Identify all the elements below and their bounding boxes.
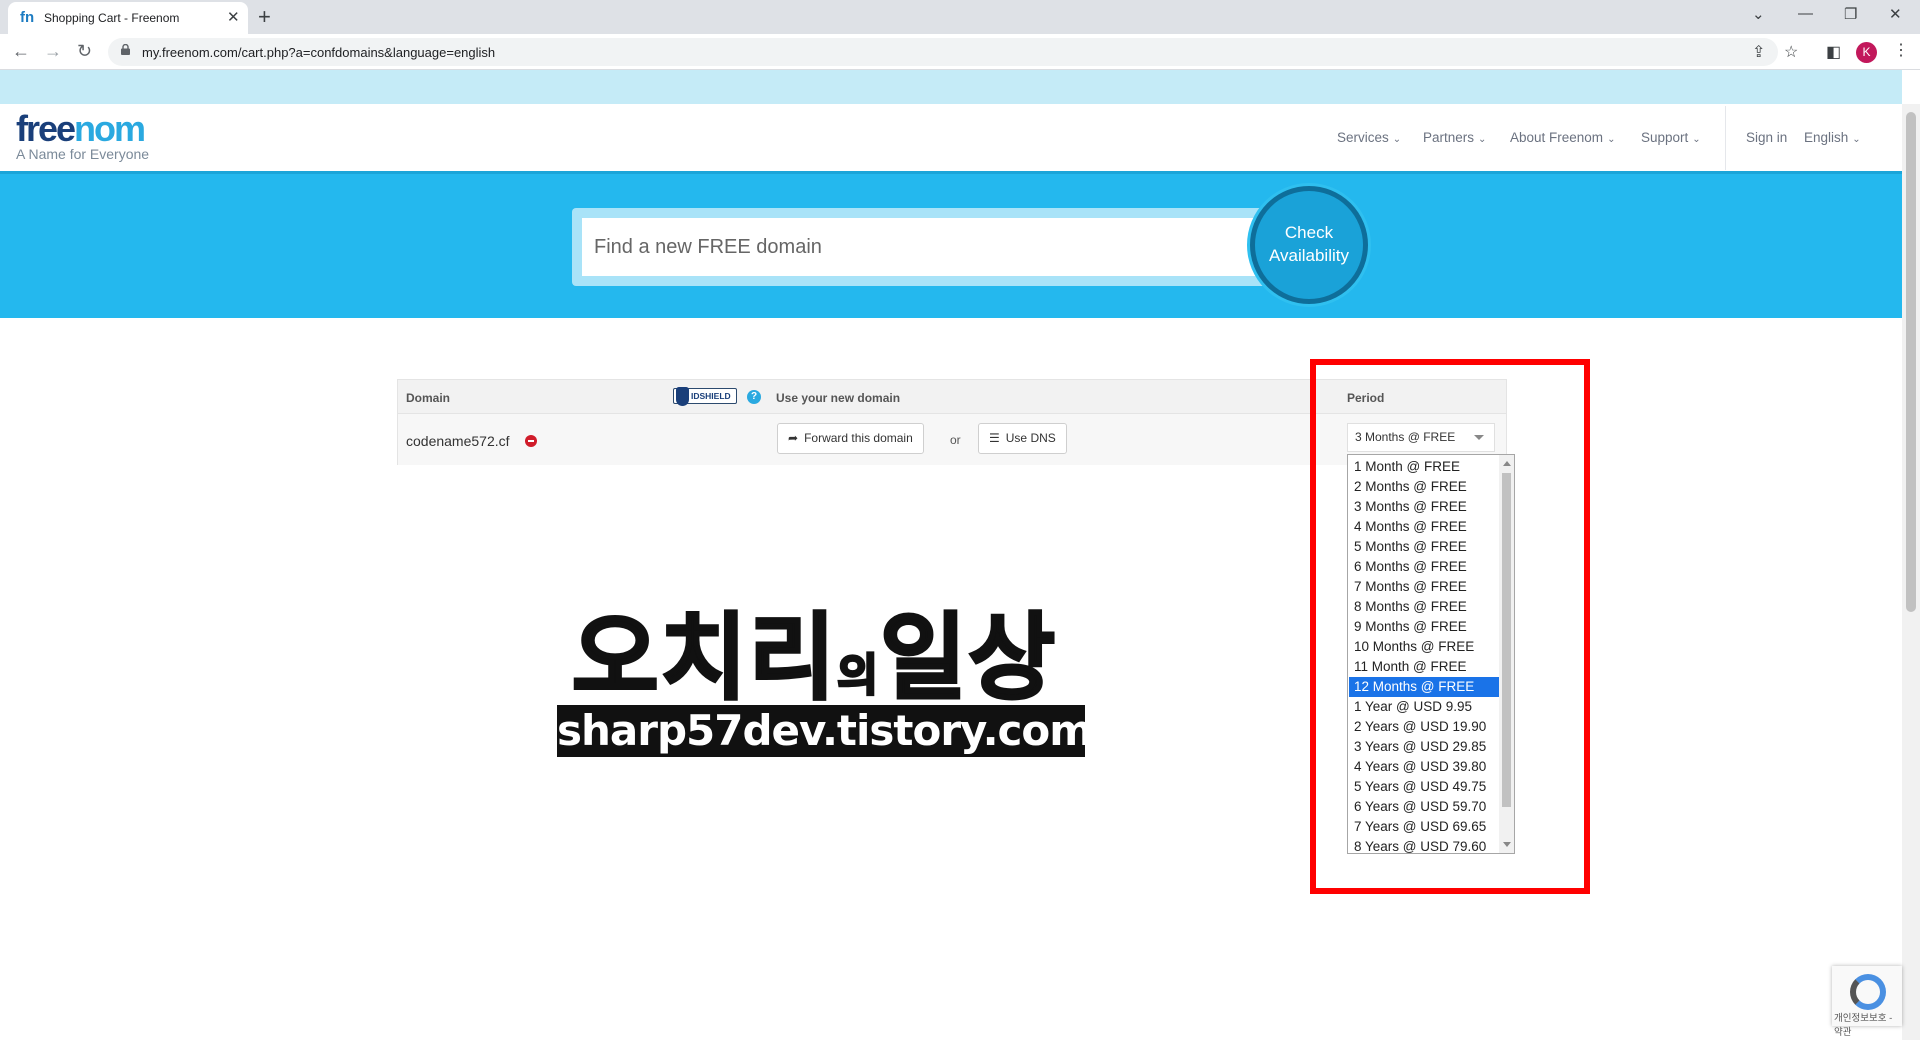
watermark-title-a: 오치리 xyxy=(570,603,838,715)
language-label: English xyxy=(1804,130,1849,145)
nav-services[interactable]: Services ⌄ xyxy=(1337,130,1401,145)
browser-tab[interactable]: fn Shopping Cart - Freenom ✕ xyxy=(8,2,248,34)
col-use-header: Use your new domain xyxy=(776,391,901,405)
recaptcha-badge[interactable]: 개인정보보호 - 약관 xyxy=(1832,966,1902,1038)
address-toolbar: ← → ↻ my.freenom.com/cart.php?a=confdoma… xyxy=(0,34,1920,70)
browser-menu-icon[interactable]: ⋮ xyxy=(1893,40,1909,60)
nav-about[interactable]: About Freenom ⌄ xyxy=(1510,130,1615,145)
chevron-down-icon: ⌄ xyxy=(1478,134,1487,145)
recaptcha-text: 개인정보보호 - 약관 xyxy=(1834,1013,1893,1038)
lock-icon xyxy=(121,44,130,55)
language-menu[interactable]: English ⌄ xyxy=(1804,130,1861,145)
freenom-favicon-icon: fn xyxy=(20,9,35,26)
page-scrollbar[interactable] xyxy=(1902,104,1920,1040)
recaptcha-icon xyxy=(1850,974,1886,1010)
search-box xyxy=(572,208,1272,286)
chevron-down-icon: ⌄ xyxy=(1692,134,1701,145)
domain-search-input[interactable] xyxy=(582,218,1262,276)
watermark-url: sharp57dev.tistory.com xyxy=(557,705,1093,757)
url-text[interactable]: my.freenom.com/cart.php?a=confdomains&la… xyxy=(142,45,495,60)
check-availability-button[interactable]: Check Availability xyxy=(1250,186,1368,304)
forward-domain-button[interactable]: ➦ Forward this domain xyxy=(777,423,924,454)
freenom-logo[interactable]: freenom A Name for Everyone xyxy=(16,111,150,163)
use-dns-button[interactable]: ☰ Use DNS xyxy=(978,423,1067,454)
nav-services-label: Services xyxy=(1337,130,1389,145)
chevron-down-icon: ⌄ xyxy=(1392,134,1402,145)
sign-in-link[interactable]: Sign in xyxy=(1746,130,1787,145)
back-arrow-icon[interactable]: ← xyxy=(12,41,30,62)
logo-nom-text: nom xyxy=(74,108,146,149)
address-bar[interactable]: my.freenom.com/cart.php?a=confdomains&la… xyxy=(108,38,1778,66)
list-icon: ☰ xyxy=(989,431,1000,445)
chevron-down-icon: ⌄ xyxy=(1607,134,1616,145)
logo-free-text: free xyxy=(16,108,76,149)
idshield-label: IDSHIELD xyxy=(691,391,731,401)
dns-label: Use DNS xyxy=(1005,431,1056,445)
watermark-title-c: 일상 xyxy=(878,603,1057,715)
restore-icon[interactable]: ❐ xyxy=(1844,5,1857,23)
logo-tagline: A Name for Everyone xyxy=(16,146,150,162)
col-domain-header: Domain xyxy=(406,391,451,405)
check-label-2: Availability xyxy=(1268,246,1349,265)
bookmark-star-icon[interactable]: ☆ xyxy=(1784,42,1798,62)
forward-arrow-icon[interactable]: → xyxy=(44,41,62,62)
close-window-icon[interactable]: ✕ xyxy=(1889,5,1902,23)
chevron-down-icon: ⌄ xyxy=(1852,134,1861,145)
side-panel-icon[interactable]: ◧ xyxy=(1826,42,1841,62)
watermark-title-b: 의 xyxy=(836,649,880,703)
page-scrollbar-thumb[interactable] xyxy=(1906,112,1916,612)
share-arrow-icon: ➦ xyxy=(788,431,799,445)
nav-partners[interactable]: Partners ⌄ xyxy=(1423,130,1486,145)
or-text: or xyxy=(950,433,961,447)
nav-partners-label: Partners xyxy=(1423,130,1475,145)
remove-domain-icon[interactable] xyxy=(525,435,537,447)
domain-name: codename572.cf xyxy=(406,433,510,449)
minimize-icon[interactable]: — xyxy=(1798,5,1813,22)
tab-title: Shopping Cart - Freenom xyxy=(44,11,180,25)
forward-label: Forward this domain xyxy=(804,431,913,445)
nav-support-label: Support xyxy=(1641,130,1689,145)
browser-tab-bar: fn Shopping Cart - Freenom ✕ + ⌄ — ❐ ✕ xyxy=(0,0,1920,34)
watermark-title: 오치리의일상 xyxy=(570,582,1057,718)
reload-icon[interactable]: ↻ xyxy=(77,41,92,62)
nav-about-label: About Freenom xyxy=(1510,130,1604,145)
shield-icon xyxy=(676,387,689,406)
nav-support[interactable]: Support ⌄ xyxy=(1641,130,1701,145)
nav-divider xyxy=(1725,106,1726,170)
help-icon[interactable]: ? xyxy=(747,390,761,404)
new-tab-icon[interactable]: + xyxy=(258,4,271,30)
idshield-badge[interactable]: IDSHIELD xyxy=(673,387,737,406)
site-header: freenom A Name for Everyone Services ⌄ Pa… xyxy=(0,104,1902,174)
highlight-annotation-box xyxy=(1310,359,1590,894)
profile-avatar[interactable]: K xyxy=(1856,42,1877,63)
notice-strip xyxy=(0,70,1902,104)
close-tab-icon[interactable]: ✕ xyxy=(227,8,240,26)
check-label-1: Check xyxy=(1284,223,1334,242)
tab-search-chevron-icon[interactable]: ⌄ xyxy=(1752,5,1765,23)
domain-search-hero: Check Availability xyxy=(0,174,1902,318)
share-icon[interactable]: ⇪ xyxy=(1752,42,1765,62)
